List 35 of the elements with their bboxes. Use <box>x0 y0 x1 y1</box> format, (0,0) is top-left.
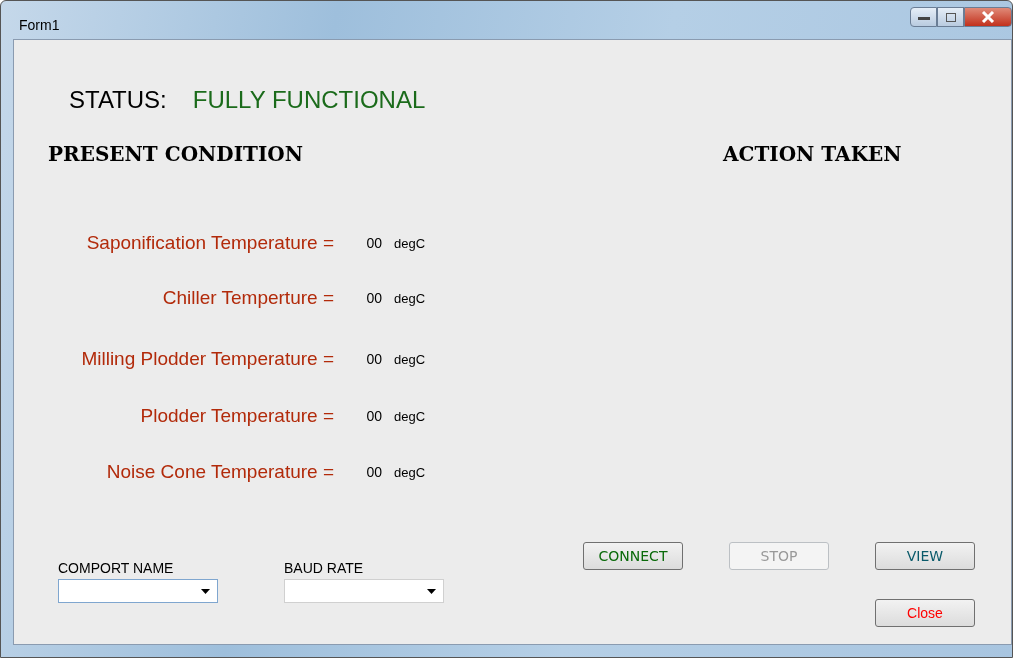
reading-label: Chiller Temperture = <box>161 287 334 309</box>
minimize-button[interactable] <box>910 7 937 27</box>
close-icon <box>981 11 995 23</box>
dropdown-label: COMPORT NAME <box>58 560 175 576</box>
section-heading: PRESENT CONDITION <box>48 142 303 166</box>
section-heading: ACTION TAKEN <box>723 142 902 166</box>
dropdown-field[interactable] <box>284 579 444 603</box>
reading-label: Plodder Temperature = <box>139 405 334 427</box>
reading-label: Saponification Temperature = <box>85 232 334 254</box>
reading-unit: degC <box>394 235 427 251</box>
reading-value: 00 <box>365 235 382 251</box>
window-title: Form1 <box>19 17 60 33</box>
reading-unit: degC <box>394 464 427 480</box>
reading-unit: degC <box>394 351 427 367</box>
status-value: FULLY FUNCTIONAL <box>192 86 426 114</box>
reading-value: 00 <box>365 290 382 306</box>
dropdown-field[interactable] <box>58 579 218 603</box>
maximize-button[interactable] <box>937 7 964 27</box>
caret-icon <box>201 588 210 594</box>
action-button[interactable]: CONNECT <box>583 542 683 570</box>
close-button[interactable] <box>964 7 1012 27</box>
reading-unit: degC <box>394 408 427 424</box>
caret-icon <box>427 588 436 594</box>
maximize-icon <box>945 12 956 22</box>
reading-unit: degC <box>394 290 427 306</box>
reading-label: Noise Cone Temperature = <box>105 461 334 483</box>
dropdown-label: BAUD RATE <box>284 560 365 576</box>
action-button[interactable]: Close <box>875 599 975 627</box>
reading-label: Milling Plodder Temperature = <box>80 348 334 370</box>
reading-value: 00 <box>365 351 382 367</box>
status-label: STATUS: <box>69 86 167 114</box>
action-button[interactable]: VIEW <box>875 542 975 570</box>
minimize-icon <box>917 14 930 20</box>
reading-value: 00 <box>365 464 382 480</box>
reading-value: 00 <box>365 408 382 424</box>
